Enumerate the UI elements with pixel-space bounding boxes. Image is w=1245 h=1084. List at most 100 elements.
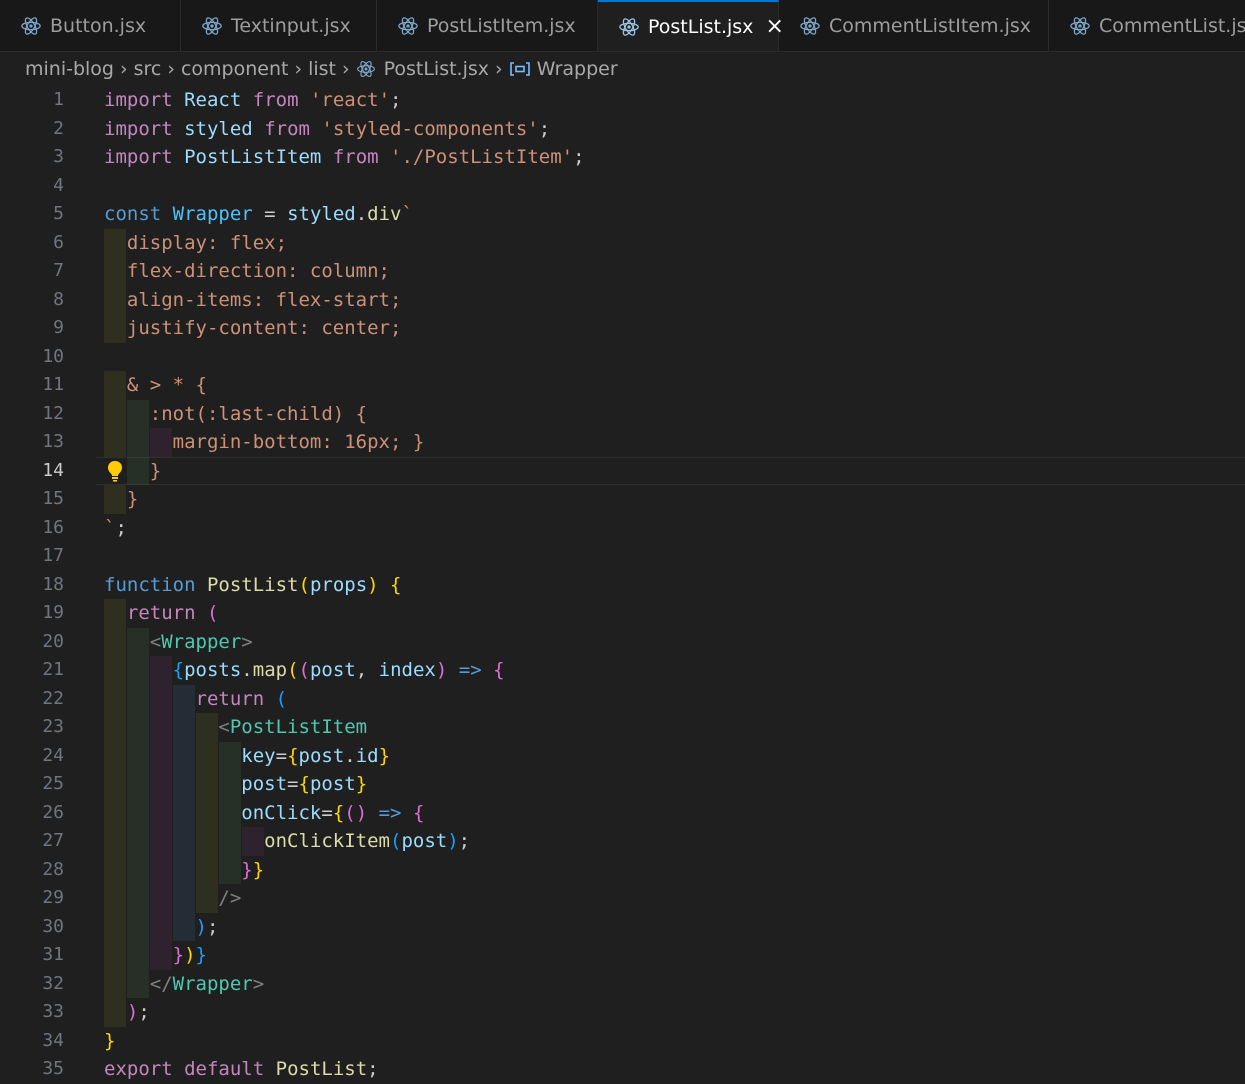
line-number: 7 xyxy=(53,260,64,281)
line-code: post={post} xyxy=(241,773,368,795)
line-number: 21 xyxy=(42,659,64,680)
tab-textinput-jsx[interactable]: Textinput.jsx xyxy=(181,0,377,51)
line-number: 35 xyxy=(42,1058,64,1079)
line-number: 34 xyxy=(42,1029,64,1051)
code-line[interactable]: 31 })} xyxy=(0,941,1245,970)
tab-commentlist-jsx[interactable]: CommentList.jsx xyxy=(1049,0,1245,51)
line-code: return ( xyxy=(195,687,288,710)
code-line[interactable]: 29 /> xyxy=(0,884,1245,913)
line-number: 15 xyxy=(42,488,64,509)
code-line[interactable]: 6 display: flex; xyxy=(0,228,1245,257)
code-line[interactable]: 4 xyxy=(0,172,1245,201)
line-code: flex-direction: column; xyxy=(104,260,390,282)
code-line[interactable]: 12 :not(:last-child) { xyxy=(0,399,1245,428)
breadcrumb-item[interactable]: component xyxy=(181,58,289,80)
line-number: 31 xyxy=(42,944,64,965)
line-number: 16 xyxy=(42,516,64,538)
breadcrumb-symbol[interactable]: Wrapper xyxy=(537,58,618,80)
line-number: 27 xyxy=(42,830,64,851)
tab-label: CommentList.jsx xyxy=(1099,15,1245,37)
code-line[interactable]: 16 `; xyxy=(0,514,1245,543)
breadcrumb: mini-blog › src › component › list › Pos… xyxy=(0,52,1245,86)
chevron-right-icon: › xyxy=(341,58,350,80)
code-line[interactable]: 3 import PostListItem from './PostListIt… xyxy=(0,143,1245,172)
react-icon xyxy=(1070,17,1090,35)
line-number: 20 xyxy=(42,630,64,652)
code-line[interactable]: 28 }} xyxy=(0,855,1245,884)
line-code: </Wrapper> xyxy=(149,972,265,995)
tab-label: PostList.jsx xyxy=(648,16,754,38)
code-line[interactable]: 22 return ( xyxy=(0,684,1245,713)
breadcrumb-item[interactable]: mini-blog xyxy=(25,58,114,80)
line-code: onClickItem(post); xyxy=(264,830,471,852)
code-line[interactable]: 24 key={post.id} xyxy=(0,741,1245,770)
line-number: 5 xyxy=(53,203,64,224)
line-number: 14 xyxy=(42,459,64,481)
breadcrumb-item[interactable]: list xyxy=(308,58,336,80)
line-code: :not(:last-child) { xyxy=(104,402,368,425)
code-line[interactable]: 8 align-items: flex-start; xyxy=(0,285,1245,314)
line-code: import PostListItem from './PostListItem… xyxy=(104,146,585,168)
code-line[interactable]: 25 post={post} xyxy=(0,770,1245,799)
code-line[interactable]: 5 const Wrapper = styled.div` xyxy=(0,200,1245,229)
code-line[interactable]: 26 onClick={() => { xyxy=(0,798,1245,827)
code-line[interactable]: 30 ); xyxy=(0,912,1245,941)
line-code: align-items: flex-start; xyxy=(104,288,402,311)
code-line[interactable]: 23 <PostListItem xyxy=(0,713,1245,742)
code-line[interactable]: 1 import React from 'react'; xyxy=(0,86,1245,115)
line-code: function PostList(props) { xyxy=(104,573,402,596)
code-line[interactable]: 17 xyxy=(0,542,1245,571)
breadcrumb-file[interactable]: PostList.jsx xyxy=(384,58,489,80)
line-code: })} xyxy=(172,944,207,966)
line-number: 23 xyxy=(42,716,64,737)
line-code: ); xyxy=(195,915,219,938)
breadcrumb-item[interactable]: src xyxy=(134,58,162,80)
tab-postlistitem-jsx[interactable]: PostListItem.jsx xyxy=(377,0,598,51)
tab-label: PostListItem.jsx xyxy=(427,15,576,37)
line-code: import styled from 'styled-components'; xyxy=(104,117,551,140)
code-editor[interactable]: 1 import React from 'react'; 2 import st… xyxy=(0,86,1245,1081)
code-line[interactable]: 33 ); xyxy=(0,998,1245,1027)
code-line[interactable]: 20 <Wrapper> xyxy=(0,627,1245,656)
code-line[interactable]: 13 margin-bottom: 16px; } xyxy=(0,428,1245,457)
line-number: 13 xyxy=(42,431,64,452)
tab-commentlistitem-jsx[interactable]: CommentListItem.jsx xyxy=(779,0,1049,51)
code-line[interactable]: 32 </Wrapper> xyxy=(0,969,1245,998)
tab-button-jsx[interactable]: Button.jsx xyxy=(0,0,181,51)
line-code: {posts.map((post, index) => { xyxy=(172,659,505,681)
line-number: 8 xyxy=(53,288,64,310)
code-line[interactable]: 2 import styled from 'styled-components'… xyxy=(0,115,1245,144)
code-line[interactable]: 27 onClickItem(post); xyxy=(0,827,1245,856)
line-code: } xyxy=(104,488,139,510)
code-line[interactable]: 21 {posts.map((post, index) => { xyxy=(0,656,1245,685)
line-code: <PostListItem xyxy=(218,716,368,738)
code-line[interactable]: 19 return ( xyxy=(0,599,1245,628)
line-number: 3 xyxy=(53,146,64,167)
line-number: 33 xyxy=(42,1001,64,1022)
react-icon xyxy=(398,17,418,35)
line-code: export default PostList; xyxy=(104,1058,379,1080)
react-icon xyxy=(800,17,820,35)
line-code: <Wrapper> xyxy=(149,630,253,653)
line-code: key={post.id} xyxy=(241,744,391,767)
code-line[interactable]: 35 export default PostList; xyxy=(0,1055,1245,1084)
line-number: 28 xyxy=(42,858,64,880)
line-code: & > * { xyxy=(104,374,207,396)
line-number: 24 xyxy=(42,744,64,766)
tab-label: CommentListItem.jsx xyxy=(829,15,1032,37)
tab-postlist-jsx[interactable]: PostList.jsx × xyxy=(598,0,784,51)
code-line[interactable]: 9 justify-content: center; xyxy=(0,314,1245,343)
code-line[interactable]: 14 } xyxy=(0,456,1245,485)
tab-label: Textinput.jsx xyxy=(231,15,351,37)
react-icon xyxy=(202,17,222,35)
line-number: 2 xyxy=(53,117,64,139)
code-line[interactable]: 15 } xyxy=(0,485,1245,514)
code-line[interactable]: 11 & > * { xyxy=(0,371,1245,400)
code-line[interactable]: 34 } xyxy=(0,1027,1245,1056)
code-line[interactable]: 7 flex-direction: column; xyxy=(0,257,1245,286)
line-number: 25 xyxy=(42,773,64,794)
line-number: 1 xyxy=(53,89,64,110)
code-line[interactable]: 18 function PostList(props) { xyxy=(0,571,1245,600)
code-line[interactable]: 10 xyxy=(0,343,1245,372)
line-code: return ( xyxy=(126,602,219,624)
